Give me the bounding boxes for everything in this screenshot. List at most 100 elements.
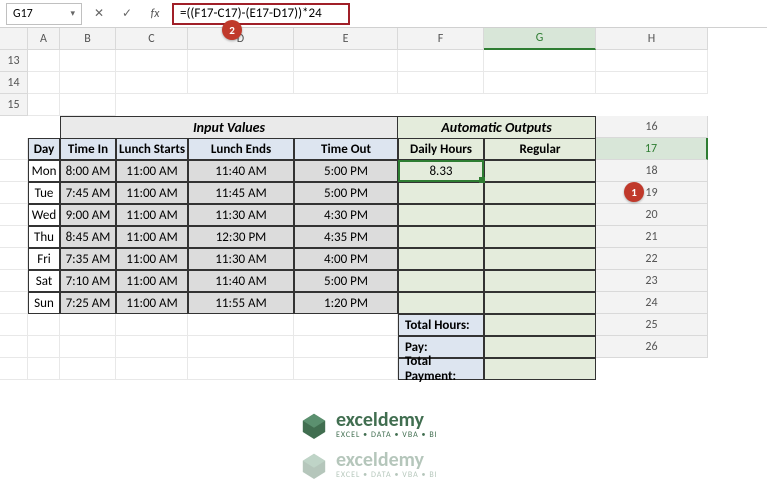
cell-lunch-ends[interactable]: 11:55 AM [188, 292, 294, 314]
col-hdr-E[interactable]: E [294, 28, 398, 50]
row-hdr-13[interactable]: 13 [0, 50, 28, 72]
cell-day[interactable]: Wed [28, 204, 60, 226]
cell[interactable] [0, 138, 28, 160]
cell-lunch-ends[interactable]: 11:30 AM [188, 204, 294, 226]
row-hdr-22[interactable]: 22 [596, 248, 708, 270]
cell-total-hours-label[interactable]: Total Hours: [398, 314, 484, 336]
row-hdr-24[interactable]: 24 [596, 292, 708, 314]
cell-regular[interactable] [484, 292, 596, 314]
col-hdr-C[interactable]: C [116, 28, 188, 50]
col-hdr-B[interactable]: B [60, 28, 116, 50]
cell[interactable] [28, 50, 60, 72]
cell[interactable] [28, 336, 60, 358]
cell-regular[interactable] [484, 182, 596, 204]
cell[interactable] [188, 336, 294, 358]
cell-daily-hours[interactable] [398, 182, 484, 204]
cell-lunch-ends[interactable]: 11:40 AM [188, 270, 294, 292]
cell[interactable] [60, 94, 116, 116]
row-hdr-23[interactable]: 23 [596, 270, 708, 292]
cell-day[interactable]: Sun [28, 292, 60, 314]
cell-day[interactable]: Tue [28, 182, 60, 204]
cancel-icon[interactable]: ✕ [88, 3, 110, 25]
row-hdr-26[interactable]: 26 [596, 336, 708, 358]
cell-lunch-starts[interactable]: 11:00 AM [116, 226, 188, 248]
cell[interactable] [398, 72, 484, 94]
cell[interactable] [0, 292, 28, 314]
cell[interactable] [0, 358, 28, 380]
cell-total-hours-value[interactable] [484, 314, 596, 336]
cell[interactable] [28, 94, 60, 116]
cell-day[interactable]: Mon [28, 160, 60, 182]
cell-daily-hours[interactable] [398, 292, 484, 314]
select-all-corner[interactable] [0, 28, 28, 50]
cell-time-out[interactable]: 1:20 PM [294, 292, 398, 314]
cell-daily-hours[interactable] [398, 226, 484, 248]
cell-lunch-starts[interactable]: 11:00 AM [116, 204, 188, 226]
cell-lunch-starts[interactable]: 11:00 AM [116, 182, 188, 204]
cell[interactable] [484, 50, 596, 72]
row-hdr-19[interactable]: 19 [596, 182, 708, 204]
th-lunch-starts[interactable]: Lunch Starts [116, 138, 188, 160]
cell[interactable] [60, 358, 116, 380]
cell-lunch-ends[interactable]: 11:45 AM [188, 182, 294, 204]
cell[interactable] [0, 182, 28, 204]
cell-time-out[interactable]: 5:00 PM [294, 182, 398, 204]
row-hdr-20[interactable]: 20 [596, 204, 708, 226]
cell-daily-hours[interactable] [398, 270, 484, 292]
col-hdr-A[interactable]: A [28, 28, 60, 50]
cell[interactable] [294, 358, 398, 380]
cell[interactable] [116, 50, 188, 72]
cell-time-out[interactable]: 4:00 PM [294, 248, 398, 270]
cell[interactable] [596, 72, 708, 94]
formula-input[interactable]: =((F17-C17)-(E17-D17))*24 [172, 3, 350, 25]
cell[interactable] [116, 358, 188, 380]
cell[interactable] [0, 248, 28, 270]
cell-time-out[interactable]: 5:00 PM [294, 270, 398, 292]
cell-daily-hours[interactable] [398, 248, 484, 270]
cell-day[interactable]: Thu [28, 226, 60, 248]
cell-lunch-starts[interactable]: 11:00 AM [116, 292, 188, 314]
cell-total-payment-label[interactable]: Total Payment: [398, 358, 484, 380]
cell[interactable] [116, 336, 188, 358]
row-hdr-17[interactable]: 17 [596, 138, 708, 160]
cell[interactable] [294, 314, 398, 336]
cell[interactable] [28, 358, 60, 380]
th-time-out[interactable]: Time Out [294, 138, 398, 160]
cell-lunch-ends[interactable]: 12:30 PM [188, 226, 294, 248]
cell-time-out[interactable]: 5:00 PM [294, 160, 398, 182]
cell[interactable] [0, 314, 28, 336]
cell-lunch-ends[interactable]: 11:30 AM [188, 248, 294, 270]
th-daily-hours[interactable]: Daily Hours [398, 138, 484, 160]
cell[interactable] [28, 314, 60, 336]
cell-regular[interactable] [484, 226, 596, 248]
name-box[interactable]: G17 ▾ [6, 3, 82, 25]
cell-pay-value[interactable] [484, 336, 596, 358]
spreadsheet-grid[interactable]: A B C D E F G H 13 14 15 Input Values Au… [0, 28, 767, 380]
cell-time-in[interactable]: 7:25 AM [60, 292, 116, 314]
cell-time-in[interactable]: 9:00 AM [60, 204, 116, 226]
cell-day[interactable]: Sat [28, 270, 60, 292]
cell[interactable] [484, 72, 596, 94]
cell-regular[interactable] [484, 204, 596, 226]
row-hdr-15[interactable]: 15 [0, 94, 28, 116]
cell[interactable] [398, 50, 484, 72]
row-hdr-21[interactable]: 21 [596, 226, 708, 248]
cell[interactable] [0, 226, 28, 248]
col-hdr-F[interactable]: F [398, 28, 484, 50]
cell-time-out[interactable]: 4:30 PM [294, 204, 398, 226]
cell-time-in[interactable]: 7:10 AM [60, 270, 116, 292]
cell-lunch-ends[interactable]: 11:40 AM [188, 160, 294, 182]
row-hdr-14[interactable]: 14 [0, 72, 28, 94]
th-time-in[interactable]: Time In [60, 138, 116, 160]
cell-lunch-starts[interactable]: 11:00 AM [116, 270, 188, 292]
cell[interactable] [0, 336, 28, 358]
th-day[interactable]: Day [28, 138, 60, 160]
row-hdr-25[interactable]: 25 [596, 314, 708, 336]
row-hdr-18[interactable]: 18 [596, 160, 708, 182]
cell-lunch-starts[interactable]: 11:00 AM [116, 248, 188, 270]
cell[interactable] [0, 204, 28, 226]
cell[interactable] [60, 336, 116, 358]
cell-time-in[interactable]: 7:45 AM [60, 182, 116, 204]
cell[interactable] [60, 50, 116, 72]
cell-daily-hours-selected[interactable]: 8.33 [398, 160, 484, 182]
